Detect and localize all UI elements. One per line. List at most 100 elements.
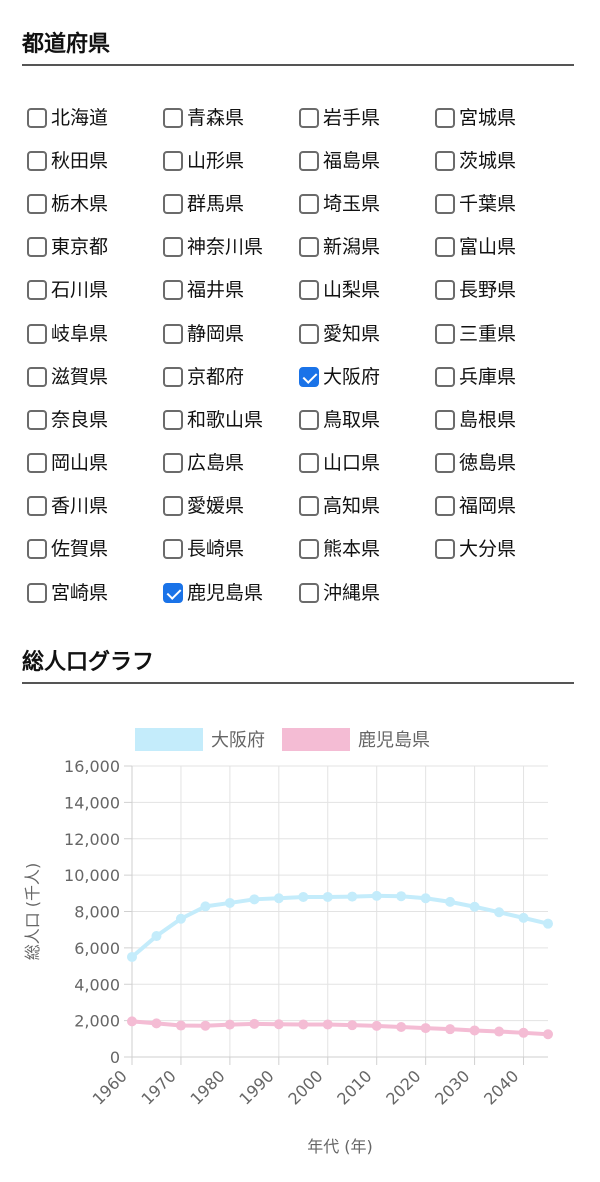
checkbox-unchecked[interactable] xyxy=(163,453,183,474)
checkbox-unchecked[interactable] xyxy=(299,237,319,258)
prefecture-checkbox-item[interactable]: 栃木県 xyxy=(27,182,163,225)
checkbox-unchecked[interactable] xyxy=(27,496,47,517)
checkbox-unchecked[interactable] xyxy=(163,366,183,387)
prefecture-checkbox-item[interactable]: 兵庫県 xyxy=(435,355,571,398)
prefecture-label: 熊本県 xyxy=(323,538,381,561)
checkbox-unchecked[interactable] xyxy=(163,193,183,214)
checkbox-unchecked[interactable] xyxy=(435,280,455,301)
checkbox-unchecked[interactable] xyxy=(299,193,319,214)
checkbox-unchecked[interactable] xyxy=(27,582,47,603)
checkbox-unchecked[interactable] xyxy=(163,496,183,517)
prefecture-checkbox-item[interactable]: 大阪府 xyxy=(299,355,435,398)
prefecture-checkbox-item[interactable]: 宮崎県 xyxy=(27,571,163,614)
prefecture-checkbox-item[interactable]: 千葉県 xyxy=(435,182,571,225)
checkbox-unchecked[interactable] xyxy=(163,107,183,128)
prefecture-checkbox-item[interactable]: 北海道 xyxy=(27,96,163,139)
prefecture-checkbox-item[interactable]: 東京都 xyxy=(27,226,163,269)
checkbox-unchecked[interactable] xyxy=(163,539,183,560)
data-point xyxy=(518,912,529,923)
prefecture-checkbox-item[interactable]: 奈良県 xyxy=(27,398,163,441)
prefecture-checkbox-item[interactable]: 石川県 xyxy=(27,269,163,312)
checkbox-unchecked[interactable] xyxy=(27,539,47,560)
prefecture-checkbox-item[interactable]: 岡山県 xyxy=(27,442,163,485)
checkbox-unchecked[interactable] xyxy=(299,280,319,301)
checkbox-unchecked[interactable] xyxy=(299,453,319,474)
prefecture-checkbox-item[interactable]: 滋賀県 xyxy=(27,355,163,398)
checkbox-unchecked[interactable] xyxy=(27,150,47,171)
checkbox-unchecked[interactable] xyxy=(435,366,455,387)
checkbox-unchecked[interactable] xyxy=(435,409,455,430)
checkbox-unchecked[interactable] xyxy=(163,237,183,258)
prefecture-checkbox-item[interactable]: 鹿児島県 xyxy=(163,571,299,614)
prefecture-checkbox-item[interactable]: 秋田県 xyxy=(27,139,163,182)
prefecture-checkbox-item[interactable]: 茨城県 xyxy=(435,139,571,182)
prefecture-checkbox-item[interactable]: 神奈川県 xyxy=(163,226,299,269)
prefecture-checkbox-item[interactable]: 長野県 xyxy=(435,269,571,312)
prefecture-checkbox-item[interactable]: 熊本県 xyxy=(299,528,435,571)
checkbox-unchecked[interactable] xyxy=(435,107,455,128)
y-tick-label: 4,000 xyxy=(74,975,120,994)
prefecture-checkbox-item[interactable]: 広島県 xyxy=(163,442,299,485)
checkbox-unchecked[interactable] xyxy=(435,193,455,214)
prefecture-checkbox-item[interactable]: 富山県 xyxy=(435,226,571,269)
prefecture-checkbox-item[interactable]: 福岡県 xyxy=(435,485,571,528)
checkbox-unchecked[interactable] xyxy=(299,107,319,128)
checkbox-unchecked[interactable] xyxy=(27,366,47,387)
prefecture-checkbox-item[interactable]: 山口県 xyxy=(299,442,435,485)
checkbox-unchecked[interactable] xyxy=(435,539,455,560)
checkbox-unchecked[interactable] xyxy=(299,539,319,560)
checkbox-unchecked[interactable] xyxy=(27,193,47,214)
checkbox-unchecked[interactable] xyxy=(27,453,47,474)
prefecture-checkbox-item[interactable]: 高知県 xyxy=(299,485,435,528)
checkbox-unchecked[interactable] xyxy=(27,107,47,128)
checkbox-unchecked[interactable] xyxy=(435,237,455,258)
checkbox-checked[interactable] xyxy=(299,366,319,387)
prefecture-checkbox-item[interactable]: 三重県 xyxy=(435,312,571,355)
prefecture-label: 島根県 xyxy=(459,408,517,431)
prefecture-checkbox-item[interactable]: 沖縄県 xyxy=(299,571,435,614)
prefecture-checkbox-item[interactable]: 長崎県 xyxy=(163,528,299,571)
checkbox-unchecked[interactable] xyxy=(27,409,47,430)
checkbox-unchecked[interactable] xyxy=(27,323,47,344)
prefecture-checkbox-item[interactable]: 宮城県 xyxy=(435,96,571,139)
checkbox-unchecked[interactable] xyxy=(299,409,319,430)
prefecture-checkbox-item[interactable]: 京都府 xyxy=(163,355,299,398)
checkbox-unchecked[interactable] xyxy=(299,582,319,603)
prefecture-checkbox-item[interactable]: 山梨県 xyxy=(299,269,435,312)
checkbox-unchecked[interactable] xyxy=(435,150,455,171)
prefecture-checkbox-item[interactable]: 愛媛県 xyxy=(163,485,299,528)
prefecture-checkbox-item[interactable]: 岐阜県 xyxy=(27,312,163,355)
prefecture-checkbox-item[interactable]: 徳島県 xyxy=(435,442,571,485)
prefecture-checkbox-item[interactable]: 新潟県 xyxy=(299,226,435,269)
prefecture-checkbox-item[interactable]: 山形県 xyxy=(163,139,299,182)
prefecture-checkbox-item[interactable]: 和歌山県 xyxy=(163,398,299,441)
prefecture-checkbox-item[interactable]: 福井県 xyxy=(163,269,299,312)
prefecture-checkbox-item[interactable]: 静岡県 xyxy=(163,312,299,355)
checkbox-unchecked[interactable] xyxy=(299,496,319,517)
prefecture-label: 三重県 xyxy=(459,322,517,345)
checkbox-unchecked[interactable] xyxy=(27,280,47,301)
checkbox-checked[interactable] xyxy=(163,582,183,603)
prefecture-checkbox-item[interactable]: 愛知県 xyxy=(299,312,435,355)
prefecture-checkbox-item[interactable]: 埼玉県 xyxy=(299,182,435,225)
prefecture-checkbox-item[interactable]: 大分県 xyxy=(435,528,571,571)
checkbox-unchecked[interactable] xyxy=(163,150,183,171)
prefecture-checkbox-item[interactable]: 鳥取県 xyxy=(299,398,435,441)
checkbox-unchecked[interactable] xyxy=(163,323,183,344)
prefecture-checkbox-item[interactable]: 島根県 xyxy=(435,398,571,441)
checkbox-unchecked[interactable] xyxy=(27,237,47,258)
prefecture-checkbox-item[interactable]: 佐賀県 xyxy=(27,528,163,571)
checkbox-unchecked[interactable] xyxy=(299,150,319,171)
checkbox-unchecked[interactable] xyxy=(163,409,183,430)
prefecture-label: 鹿児島県 xyxy=(187,581,264,604)
prefecture-checkbox-item[interactable]: 青森県 xyxy=(163,96,299,139)
checkbox-unchecked[interactable] xyxy=(299,323,319,344)
checkbox-unchecked[interactable] xyxy=(435,323,455,344)
prefecture-checkbox-item[interactable]: 福島県 xyxy=(299,139,435,182)
prefecture-checkbox-item[interactable]: 岩手県 xyxy=(299,96,435,139)
prefecture-checkbox-item[interactable]: 香川県 xyxy=(27,485,163,528)
checkbox-unchecked[interactable] xyxy=(435,496,455,517)
checkbox-unchecked[interactable] xyxy=(435,453,455,474)
prefecture-checkbox-item[interactable]: 群馬県 xyxy=(163,182,299,225)
checkbox-unchecked[interactable] xyxy=(163,280,183,301)
